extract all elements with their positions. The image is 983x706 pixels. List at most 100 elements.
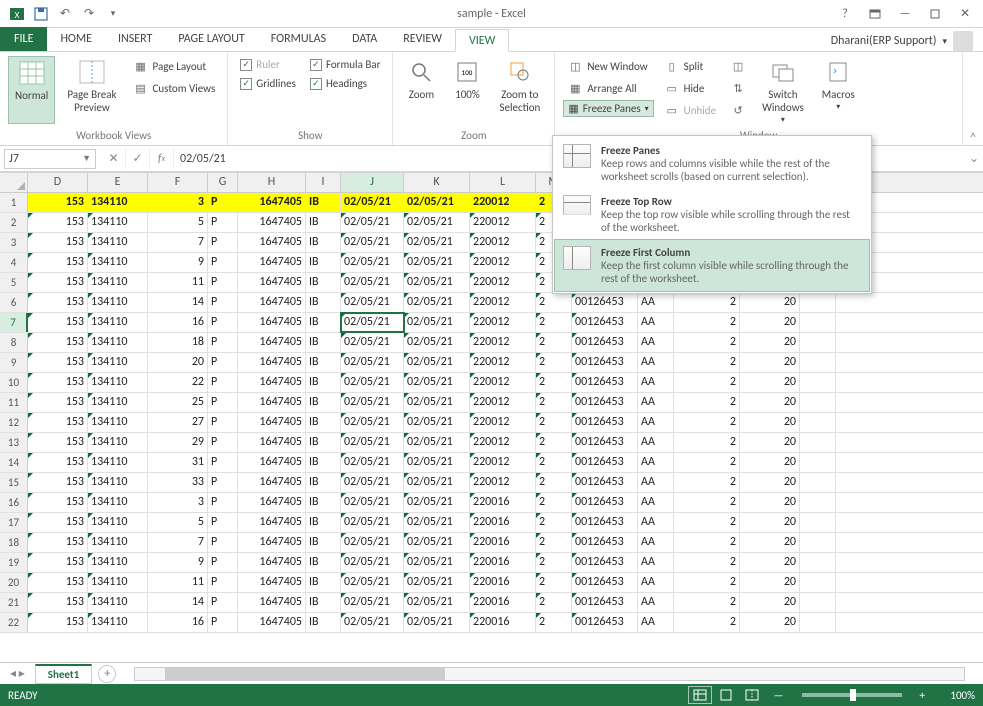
tab-data[interactable]: DATA [339,28,390,51]
cancel-formula-icon[interactable]: ✕ [102,149,126,169]
cell[interactable]: 20 [740,513,800,532]
cell[interactable]: 02/05/21 [341,213,404,232]
cell[interactable]: AA [638,313,674,332]
cell[interactable]: 220012 [470,273,536,292]
cell[interactable]: 14 [148,293,208,312]
cell[interactable] [800,533,836,552]
cell[interactable]: 153 [28,473,88,492]
cell[interactable]: 153 [28,393,88,412]
cell[interactable]: 02/05/21 [404,193,470,212]
scroll-thumb[interactable] [165,668,445,680]
cell[interactable]: 20 [740,433,800,452]
ruler-checkbox[interactable]: ✓Ruler [236,56,300,73]
cell[interactable]: IB [306,553,341,572]
cell[interactable]: AA [638,553,674,572]
row-header[interactable]: 13 [0,433,28,452]
cell[interactable]: IB [306,473,341,492]
help-icon[interactable]: ? [831,3,859,25]
cell[interactable]: 00126453 [572,613,638,632]
cell[interactable]: 00126453 [572,593,638,612]
cell[interactable]: 134110 [88,333,148,352]
cell[interactable]: AA [638,433,674,452]
row-header[interactable]: 2 [0,213,28,232]
cell[interactable]: 29 [148,433,208,452]
cell[interactable] [800,293,836,312]
cell[interactable]: 220012 [470,233,536,252]
cell[interactable]: IB [306,253,341,272]
cell[interactable]: 153 [28,373,88,392]
cell[interactable]: IB [306,213,341,232]
cell[interactable]: 2 [674,613,740,632]
cell[interactable]: 00126453 [572,433,638,452]
cell[interactable]: P [208,213,238,232]
cell[interactable]: P [208,233,238,252]
cell[interactable]: 1647405 [238,193,306,212]
cell[interactable]: 02/05/21 [341,533,404,552]
cell[interactable] [800,493,836,512]
cell[interactable]: AA [638,353,674,372]
col-header[interactable]: L [470,173,536,192]
row-header[interactable]: 21 [0,593,28,612]
cell[interactable] [800,333,836,352]
enter-formula-icon[interactable]: ✓ [126,149,150,169]
normal-view-button[interactable]: Normal [8,56,55,124]
cell[interactable]: AA [638,533,674,552]
cell[interactable]: P [208,593,238,612]
zoom-button[interactable]: Zoom [401,56,441,124]
cell[interactable]: 134110 [88,413,148,432]
cell[interactable]: P [208,393,238,412]
hide-button[interactable]: ▭Hide [660,78,720,98]
col-header[interactable]: K [404,173,470,192]
cell[interactable]: 2 [536,613,572,632]
cell[interactable]: 220016 [470,533,536,552]
cell[interactable]: P [208,373,238,392]
cell[interactable]: 2 [674,593,740,612]
page-layout-mini[interactable] [714,686,738,704]
cell[interactable]: 20 [740,373,800,392]
cell[interactable]: AA [638,293,674,312]
cell[interactable]: 2 [536,313,572,332]
cell[interactable]: 1647405 [238,253,306,272]
cell[interactable]: 00126453 [572,353,638,372]
cell[interactable]: IB [306,513,341,532]
cell[interactable]: 02/05/21 [404,553,470,572]
row-header[interactable]: 16 [0,493,28,512]
cell[interactable]: 134110 [88,493,148,512]
cell[interactable]: 02/05/21 [404,473,470,492]
cell[interactable]: 134110 [88,373,148,392]
cell[interactable]: 153 [28,193,88,212]
row-header[interactable]: 17 [0,513,28,532]
cell[interactable]: 7 [148,533,208,552]
cell[interactable]: AA [638,473,674,492]
cell[interactable]: AA [638,393,674,412]
cell[interactable]: IB [306,533,341,552]
cell[interactable]: 20 [740,473,800,492]
cell[interactable]: 20 [740,573,800,592]
cell[interactable]: 16 [148,613,208,632]
cell[interactable]: 220012 [470,213,536,232]
cell[interactable]: 2 [674,573,740,592]
cell[interactable]: 27 [148,413,208,432]
cell[interactable]: 2 [536,333,572,352]
cell[interactable]: P [208,473,238,492]
cell[interactable]: 22 [148,373,208,392]
cell[interactable]: 02/05/21 [341,513,404,532]
zoom-slider[interactable] [802,693,902,697]
cell[interactable]: 2 [536,533,572,552]
cell[interactable]: 153 [28,433,88,452]
cell[interactable]: 220012 [470,313,536,332]
cell[interactable]: 11 [148,573,208,592]
cell[interactable]: 02/05/21 [341,413,404,432]
cell[interactable]: 153 [28,313,88,332]
cell[interactable]: 20 [740,453,800,472]
cell[interactable]: AA [638,493,674,512]
cell[interactable] [800,413,836,432]
cell[interactable]: 134110 [88,393,148,412]
expand-formula-bar-icon[interactable]: ⌄ [965,151,983,166]
cell[interactable]: 2 [536,473,572,492]
page-layout-button[interactable]: ▦Page Layout [129,56,220,76]
cell[interactable]: 02/05/21 [404,233,470,252]
cell[interactable]: AA [638,413,674,432]
cell[interactable]: 220016 [470,553,536,572]
cell[interactable]: 02/05/21 [404,293,470,312]
